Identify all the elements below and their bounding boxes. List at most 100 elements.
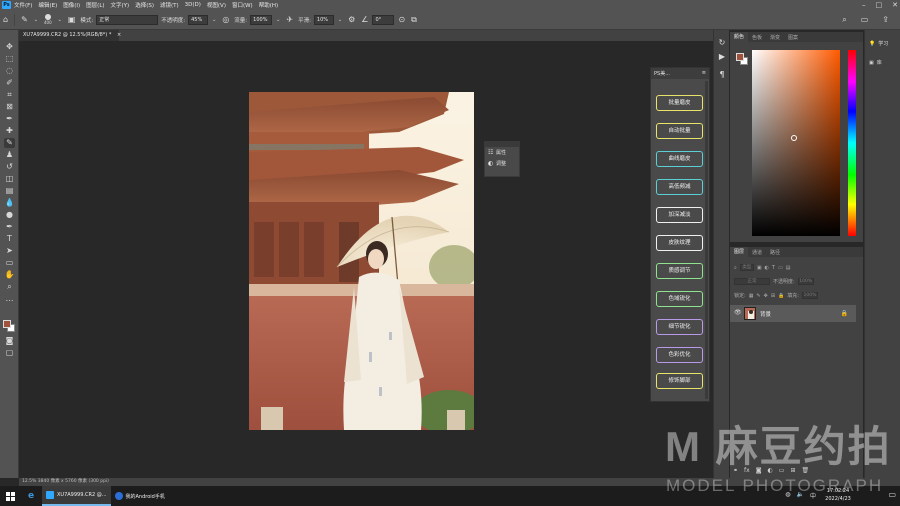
edge-browser-icon[interactable]: e [20,486,42,506]
detail-sharpen-button[interactable]: 细节锐化 [656,319,703,335]
search-icon[interactable]: ⌕ [842,15,846,25]
symmetry-icon[interactable]: ⧉ [411,15,417,25]
airbrush-icon[interactable]: ✈ [286,15,293,24]
menu-window[interactable]: 窗口(W) [232,1,253,9]
screen-mode-icon[interactable]: ▢ [4,348,15,358]
dodge-burn-button[interactable]: 加深减淡 [656,207,703,223]
skin-texture-button[interactable]: 皮肤纹理 [656,235,703,251]
quick-select-tool-icon[interactable]: ✐ [4,78,15,88]
hue-slider[interactable] [848,50,856,236]
menu-help[interactable]: 帮助(H) [259,1,278,9]
opacity-field[interactable]: 45% [188,14,209,25]
lock-pixels-icon[interactable]: ▦ [749,293,754,299]
document-photo[interactable] [249,92,474,430]
lasso-tool-icon[interactable]: ◌ [4,66,15,76]
properties-button[interactable]: ☷ 属性 [485,147,519,158]
path-select-tool-icon[interactable]: ➤ [4,246,15,256]
tab-patterns[interactable]: 图案 [784,34,802,41]
tab-color[interactable]: 颜色 [730,32,749,42]
chevron-down-icon[interactable]: ⌄ [276,17,280,23]
menu-3d[interactable]: 3D(D) [185,2,201,8]
foreground-color-swatch[interactable] [736,53,744,61]
panel-menu-icon[interactable]: ≡ [702,70,706,76]
quick-mask-icon[interactable]: ◙ [4,336,15,346]
layer-lock-icon[interactable]: 🔒 [841,310,848,317]
brush-tool-icon[interactable]: ✎ [4,138,15,148]
menu-view[interactable]: 视图(V) [207,1,226,9]
history-brush-tool-icon[interactable]: ↺ [4,162,15,172]
gradient-tool-icon[interactable]: ▤ [4,186,15,196]
home-icon[interactable]: ⌂ [3,15,8,24]
lock-paint-icon[interactable]: ✎ [756,293,760,299]
menu-layer[interactable]: 图层(L) [86,1,104,9]
more-tools-icon[interactable]: … [4,294,15,304]
learn-button[interactable]: 💡 学习 [869,40,888,48]
notification-icon[interactable]: ▭ [888,490,896,499]
tab-swatches[interactable]: 色板 [748,34,766,41]
pen-tool-icon[interactable]: ✒ [4,222,15,232]
filter-shape-icon[interactable]: ▭ [778,265,783,271]
blend-mode-select[interactable]: 正常 [734,278,770,285]
blur-tool-icon[interactable]: 💧 [4,198,15,208]
menu-select[interactable]: 选择(S) [135,1,154,9]
menu-file[interactable]: 文件(F) [14,1,32,9]
color-picker-marker[interactable] [791,135,797,141]
clone-stamp-tool-icon[interactable]: ♟ [4,150,15,160]
chevron-down-icon[interactable]: ⌄ [58,17,62,23]
libraries-button[interactable]: ▣ 库 [869,59,882,67]
eraser-tool-icon[interactable]: ◫ [4,174,15,184]
mode-select[interactable]: 正常 [96,14,159,25]
layer-opacity-field[interactable]: 100% [797,278,814,285]
gear-icon[interactable]: ⚙ [348,15,355,24]
lock-all-icon[interactable]: 🔒 [778,293,784,299]
taskbar-app-photoshop[interactable]: XU7A9999.CR2 @... [42,486,111,506]
brush-settings-icon[interactable]: ▣ [68,15,76,24]
visibility-eye-icon[interactable]: 👁 [734,309,742,316]
eyedropper-tool-icon[interactable]: ✒ [4,114,15,124]
tab-channels[interactable]: 通道 [748,249,766,256]
menu-type[interactable]: 文字(Y) [111,1,130,9]
lock-move-icon[interactable]: ✥ [764,293,768,299]
plugin-panel-header[interactable]: PS美... ≡ [651,68,709,79]
color-optimize-button[interactable]: 色彩优化 [656,347,703,363]
close-tab-icon[interactable]: × [117,32,121,38]
filter-smart-icon[interactable]: ▤ [786,265,791,271]
document-tab[interactable]: XU7A9999.CR2 @ 12.5%(RGB/8*) * × [19,30,121,41]
actions-play-icon[interactable]: ▶ [717,52,727,61]
move-tool-icon[interactable]: ✥ [4,42,15,52]
history-icon[interactable]: ↻ [717,38,727,47]
menu-image[interactable]: 图像(I) [63,1,80,9]
angle-field[interactable]: 0° [372,14,395,25]
batch-smoothing-button[interactable]: 批量磨皮 [656,95,703,111]
color-sharpen-button[interactable]: 色域锐化 [656,291,703,307]
rectangle-tool-icon[interactable]: ▭ [4,258,15,268]
texture-adjust-button[interactable]: 质感调节 [656,263,703,279]
angle-icon[interactable]: ∠ [361,15,368,24]
frequency-separation-button[interactable]: 高低频减 [656,179,703,195]
minimize-icon[interactable]: – [862,1,866,9]
color-picker-field[interactable] [752,50,840,236]
flow-field[interactable]: 100% [250,14,273,25]
filter-adjust-icon[interactable]: ◐ [765,265,769,271]
healing-brush-tool-icon[interactable]: ✚ [4,126,15,136]
zoom-tool-icon[interactable]: ⌕ [4,282,15,292]
auto-batch-button[interactable]: 自动批量 [656,123,703,139]
chevron-down-icon[interactable]: ⌄ [212,17,216,23]
taskbar-app-android[interactable]: 我的Android手机 [111,486,169,506]
start-button[interactable] [0,486,20,506]
layer-kind-select[interactable]: 类型 [739,264,754,271]
paragraph-icon[interactable]: ¶ [717,70,727,79]
menu-edit[interactable]: 编辑(E) [38,1,57,9]
filter-type-icon[interactable]: T [772,265,775,271]
share-icon[interactable]: ⇪ [882,15,889,25]
lock-artboard-icon[interactable]: ⊞ [771,293,775,299]
pressure-opacity-icon[interactable]: ◎ [222,15,229,24]
maximize-icon[interactable]: □ [876,1,883,9]
crop-tool-icon[interactable]: ⌗ [4,90,15,100]
tab-paths[interactable]: 路径 [766,249,784,256]
foreground-color-swatch[interactable] [3,320,11,328]
adjustments-button[interactable]: ◐ 调整 [485,158,519,169]
close-icon[interactable]: ✕ [892,1,898,9]
frame-tool-icon[interactable]: ⊠ [4,102,15,112]
chevron-down-icon[interactable]: ⌄ [34,17,38,23]
